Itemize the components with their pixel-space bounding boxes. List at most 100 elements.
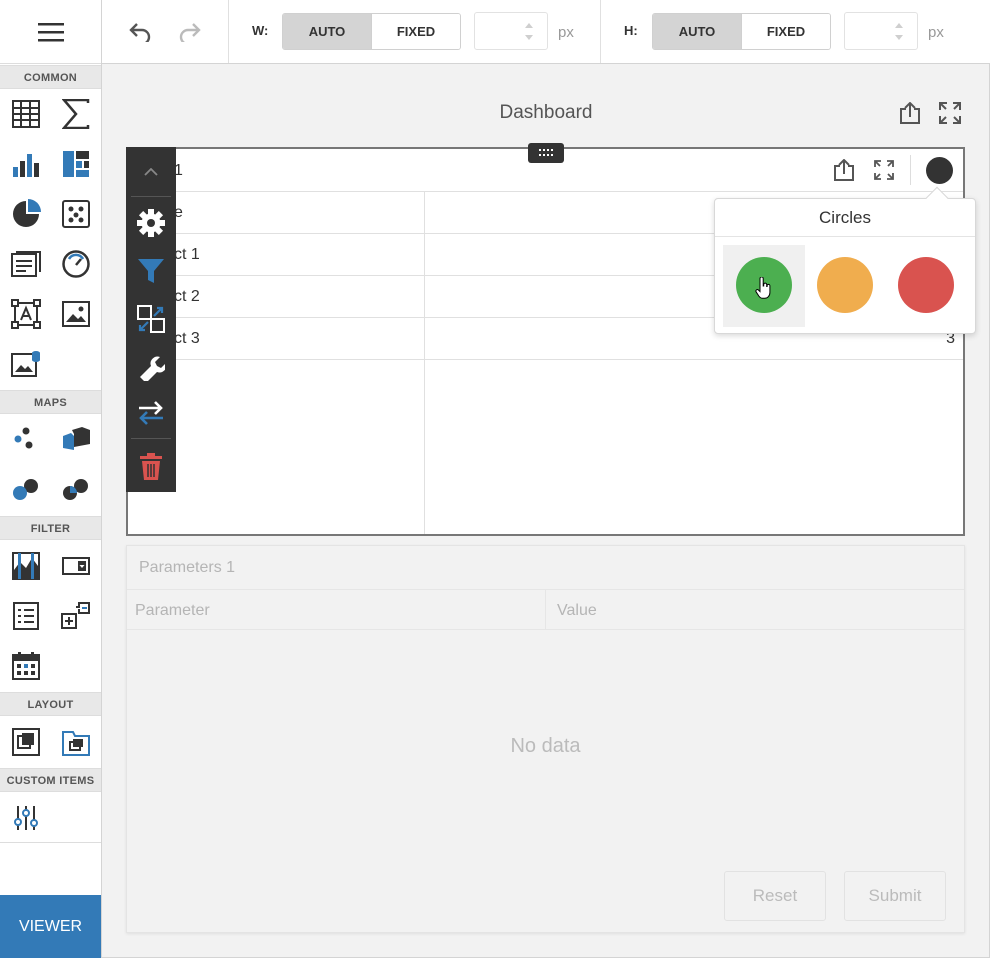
- grid-cell: ct 1: [174, 246, 200, 263]
- group-icon: [12, 728, 40, 756]
- tool-choropleth-map[interactable]: [56, 419, 96, 459]
- tool-combo-box[interactable]: [56, 546, 96, 586]
- tool-text[interactable]: [6, 294, 46, 334]
- range-filter-icon: [12, 552, 40, 580]
- toolbox-divider: [0, 842, 101, 843]
- caption-separator: [910, 155, 911, 185]
- tree-view-icon: [61, 602, 90, 629]
- tool-bound-image[interactable]: [6, 344, 46, 384]
- item-swap-button[interactable]: [126, 390, 176, 436]
- tool-scatter[interactable]: [56, 194, 96, 234]
- sigma-icon: [62, 99, 90, 129]
- tab-container-icon: [62, 731, 90, 756]
- viewer-button[interactable]: VIEWER: [0, 895, 101, 958]
- gear-icon: [137, 209, 165, 237]
- tool-bubble-map[interactable]: [6, 469, 46, 509]
- tool-gauge[interactable]: [56, 244, 96, 284]
- item-convert-button[interactable]: [126, 296, 176, 342]
- item-wrench-button[interactable]: [126, 344, 176, 390]
- tool-tab-container[interactable]: [56, 722, 96, 762]
- spin-up-icon[interactable]: [525, 23, 533, 28]
- tool-cards[interactable]: [6, 244, 46, 284]
- reset-button[interactable]: Reset: [724, 871, 826, 921]
- dashboard-title[interactable]: Dashboard: [102, 102, 990, 124]
- grid-icon: [12, 100, 40, 128]
- tool-range-filter[interactable]: [6, 546, 46, 586]
- bound-image-icon: [11, 351, 40, 377]
- tool-pie[interactable]: [6, 194, 46, 234]
- image-icon: [62, 301, 90, 327]
- tool-chart[interactable]: [6, 144, 46, 184]
- combo-box-icon: [62, 557, 90, 575]
- calendar-icon: [12, 652, 40, 680]
- tool-pie-map[interactable]: [56, 469, 96, 509]
- grid-export-button[interactable]: [832, 158, 856, 182]
- dashboard-export-button[interactable]: [898, 101, 922, 125]
- list-box-icon: [13, 602, 39, 630]
- sliders-icon: [14, 806, 38, 830]
- drag-grip-icon: [539, 149, 553, 156]
- width-auto-button[interactable]: AUTO: [283, 14, 371, 49]
- group-header-custom-items: CUSTOM ITEMS: [0, 768, 101, 792]
- width-input[interactable]: [474, 12, 548, 50]
- undo-icon: [129, 23, 151, 42]
- redo-icon: [179, 23, 201, 42]
- bar-chart-icon: [13, 154, 39, 177]
- group-header-filter: FILTER: [0, 516, 101, 540]
- tool-date-filter[interactable]: [6, 646, 46, 686]
- hamburger-icon: [37, 22, 64, 41]
- redo-button[interactable]: [174, 16, 206, 48]
- tool-treemap[interactable]: [56, 144, 96, 184]
- tool-card[interactable]: [56, 94, 96, 134]
- choropleth-map-icon: [63, 427, 90, 450]
- parameters-title: Parameters 1: [139, 559, 236, 576]
- item-settings-button[interactable]: [126, 200, 176, 246]
- toolbar-separator: [600, 0, 601, 63]
- item-delete-button[interactable]: [126, 444, 176, 490]
- tool-image[interactable]: [56, 294, 96, 334]
- treemap-icon: [63, 151, 89, 177]
- tool-tree-view[interactable]: [56, 596, 96, 636]
- height-mode-toggle: AUTO FIXED: [652, 13, 831, 50]
- grid-maximize-button[interactable]: [872, 158, 896, 182]
- export-icon: [834, 159, 854, 181]
- spin-down-icon[interactable]: [525, 35, 533, 40]
- export-icon: [900, 102, 920, 124]
- tool-list-box[interactable]: [6, 596, 46, 636]
- color-scheme-button[interactable]: [926, 157, 953, 184]
- dashboard-maximize-button[interactable]: [938, 101, 962, 125]
- tool-custom-parameters[interactable]: [6, 798, 46, 838]
- collapse-menu-button[interactable]: [126, 149, 176, 195]
- tool-grid[interactable]: [6, 94, 46, 134]
- column-divider: [545, 590, 546, 630]
- swap-arrows-icon: [139, 401, 163, 425]
- color-option-red[interactable]: [898, 257, 954, 313]
- menu-button[interactable]: [0, 0, 101, 64]
- width-fixed-button[interactable]: FIXED: [371, 14, 460, 49]
- color-option-orange[interactable]: [817, 257, 873, 313]
- height-auto-button[interactable]: AUTO: [653, 14, 741, 49]
- tool-group[interactable]: [6, 722, 46, 762]
- undo-button[interactable]: [124, 16, 156, 48]
- tool-geo-point-map[interactable]: [6, 419, 46, 459]
- height-input[interactable]: [844, 12, 918, 50]
- menu-separator: [131, 438, 171, 439]
- spin-down-icon[interactable]: [895, 35, 903, 40]
- top-toolbar: W: AUTO FIXED px H: AUTO FIXED px: [102, 0, 990, 64]
- convert-icon: [137, 305, 165, 333]
- chevron-up-icon: [144, 168, 158, 176]
- menu-separator: [131, 196, 171, 197]
- height-fixed-button[interactable]: FIXED: [741, 14, 830, 49]
- width-mode-toggle: AUTO FIXED: [282, 13, 461, 50]
- submit-button[interactable]: Submit: [844, 871, 946, 921]
- spin-up-icon[interactable]: [895, 23, 903, 28]
- width-label: W:: [252, 23, 269, 38]
- no-data-message: No data: [510, 735, 581, 757]
- item-drag-handle[interactable]: [528, 143, 564, 163]
- text-box-icon: [11, 299, 41, 329]
- parameters-item: Parameters 1 Parameter Value No data Res…: [126, 545, 965, 933]
- height-label: H:: [624, 23, 638, 38]
- pie-map-icon: [63, 479, 88, 500]
- bubble-map-icon: [13, 479, 38, 500]
- item-filter-button[interactable]: [126, 248, 176, 294]
